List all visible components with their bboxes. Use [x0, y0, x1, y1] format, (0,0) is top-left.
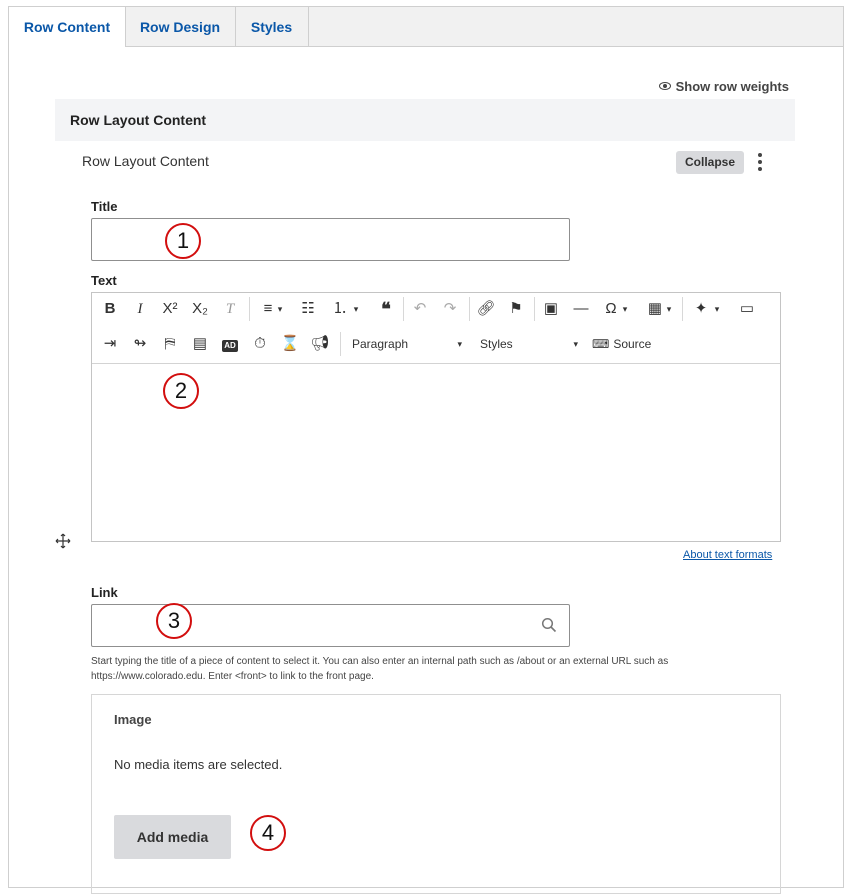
tab-row-content[interactable]: Row Content — [9, 7, 126, 47]
show-row-weights-link[interactable]: Show row weights — [658, 79, 789, 94]
annotation-3: 3 — [156, 603, 192, 639]
link-label: Link — [91, 585, 118, 600]
source-label: Source — [613, 337, 652, 351]
image-field: Image No media items are selected. — [91, 694, 781, 894]
chevron-down-icon[interactable]: ▾ — [274, 297, 286, 321]
insert-media-icon[interactable]: ▣ — [539, 297, 563, 321]
styles-dropdown[interactable]: Styles ▾ — [480, 332, 578, 356]
source-icon: ⌨ — [592, 337, 610, 351]
about-text-formats-link[interactable]: About text formats — [683, 549, 772, 561]
tab-styles[interactable]: Styles — [235, 7, 309, 46]
redo-icon[interactable]: ↷ — [438, 297, 462, 321]
horizontal-line-icon[interactable]: — — [569, 297, 593, 321]
hourglass-icon[interactable]: ⌛ — [278, 332, 302, 356]
no-media-message: No media items are selected. — [114, 757, 283, 772]
undo-icon[interactable]: ↶ — [408, 297, 432, 321]
image-label: Image — [114, 712, 152, 727]
tab-row-design[interactable]: Row Design — [125, 7, 236, 46]
annotation-1: 1 — [165, 223, 201, 259]
show-row-weights-label: Show row weights — [675, 79, 789, 94]
bulleted-list-icon[interactable]: ☷ — [296, 297, 320, 321]
styles-label: Styles — [480, 337, 513, 351]
collapse-button[interactable]: Collapse — [676, 151, 744, 174]
editor-toolbar: B I X² X₂ T ≡ ▾ ☷ ⒈ ▾ ❝ ↶ ↷ 🔗︎ ⚑ ▣ — Ω ▾… — [92, 293, 780, 364]
blockquote-icon[interactable]: ❝ — [374, 297, 398, 321]
add-media-button[interactable]: Add media — [114, 815, 231, 859]
row-title: Row Layout Content — [82, 153, 209, 169]
subscript-icon[interactable]: X₂ — [188, 297, 212, 321]
superscript-icon[interactable]: X² — [158, 297, 182, 321]
timer-icon[interactable]: ⏱ — [248, 332, 272, 356]
chevron-down-icon[interactable]: ▾ — [619, 297, 631, 321]
icons-menu-icon[interactable]: ✦ — [689, 297, 713, 321]
ad-icon[interactable]: AD — [218, 332, 242, 356]
sign-in-icon[interactable]: ⇥ — [98, 332, 122, 356]
chevron-down-icon[interactable]: ▾ — [350, 297, 362, 321]
link-icon[interactable]: 🔗︎ — [474, 297, 498, 321]
chevron-down-icon[interactable]: ▾ — [663, 297, 675, 321]
annotation-4: 4 — [250, 815, 286, 851]
paragraph-label: Paragraph — [352, 337, 409, 351]
tab-bar: Row Content Row Design Styles — [9, 7, 843, 47]
box-icon[interactable]: ▭ — [735, 297, 759, 321]
section-header: Row Layout Content — [55, 99, 795, 141]
megaphone-icon[interactable]: 📢︎ — [308, 332, 332, 356]
search-icon — [541, 617, 557, 638]
link-help-text: Start typing the title of a piece of con… — [91, 656, 669, 682]
bold-icon[interactable]: B — [98, 297, 122, 321]
remove-format-icon[interactable]: T — [218, 297, 242, 321]
chevron-down-icon: ▾ — [457, 339, 462, 349]
title-label: Title — [91, 199, 118, 214]
title-input[interactable] — [91, 218, 570, 261]
paragraph-dropdown[interactable]: Paragraph ▾ — [352, 332, 462, 356]
flag-icon[interactable]: ⚑ — [504, 297, 528, 321]
calendar-icon[interactable]: ▤ — [188, 332, 212, 356]
share-icon[interactable]: ↬ — [128, 332, 152, 356]
text-label: Text — [91, 273, 117, 288]
numbered-list-icon[interactable]: ⒈ — [328, 297, 352, 321]
more-options-icon[interactable] — [755, 153, 765, 173]
rich-text-editor: B I X² X₂ T ≡ ▾ ☷ ⒈ ▾ ❝ ↶ ↷ 🔗︎ ⚑ ▣ — Ω ▾… — [91, 292, 781, 542]
source-button[interactable]: ⌨ Source — [592, 332, 662, 356]
italic-icon[interactable]: I — [128, 297, 152, 321]
map-icon[interactable]: ⛿ — [158, 332, 182, 356]
chevron-down-icon: ▾ — [573, 339, 578, 349]
drag-handle-icon[interactable] — [55, 533, 71, 549]
annotation-2: 2 — [163, 373, 199, 409]
chevron-down-icon[interactable]: ▾ — [711, 297, 723, 321]
eye-icon — [658, 82, 671, 90]
